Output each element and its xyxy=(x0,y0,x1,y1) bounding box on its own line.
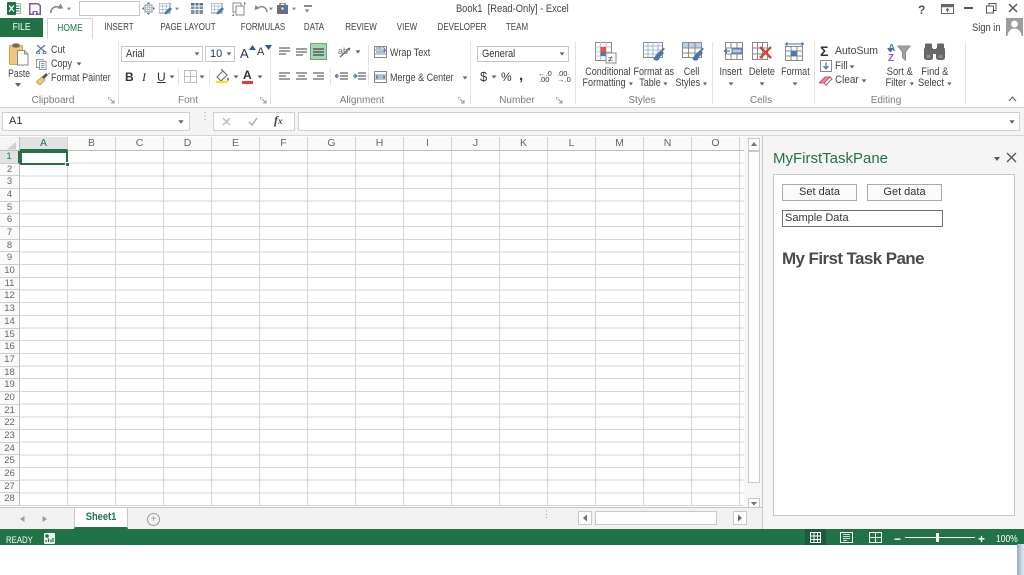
svg-text:.00: .00 xyxy=(539,75,549,82)
svg-text:Z: Z xyxy=(888,53,894,64)
svg-text:≠: ≠ xyxy=(608,54,613,64)
svg-text:→.0: →.0 xyxy=(557,75,571,82)
